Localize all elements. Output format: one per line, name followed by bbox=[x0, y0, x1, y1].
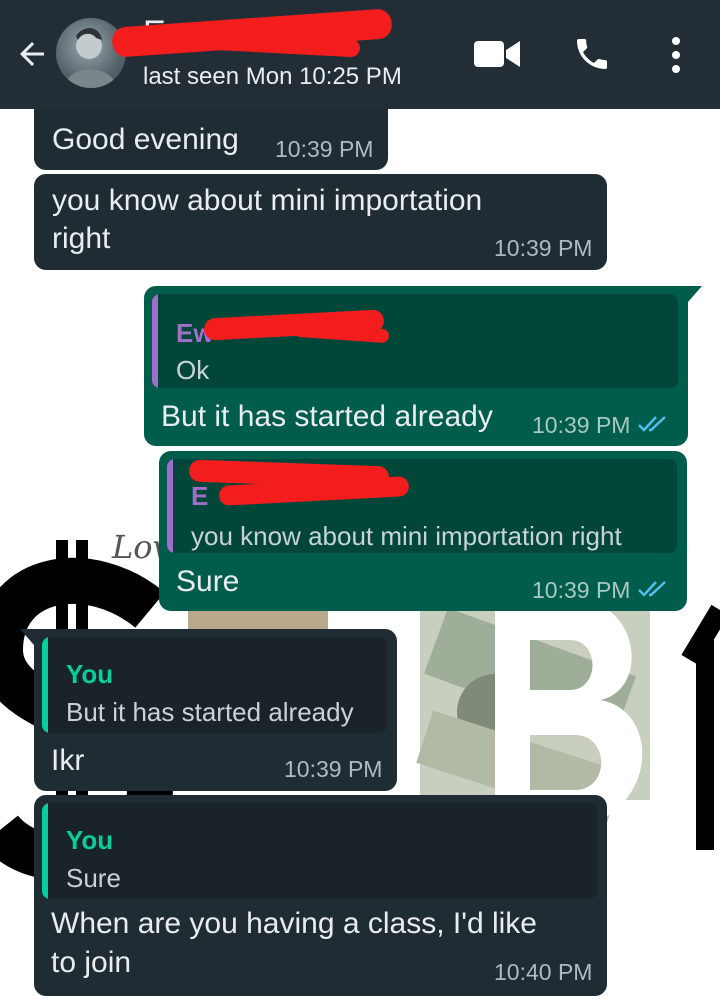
message-text-line1: you know about mini importation bbox=[52, 184, 483, 217]
last-seen-status: last seen Mon 10:25 PM bbox=[143, 63, 402, 90]
message-text-line2: to join bbox=[51, 946, 132, 979]
quote-author: You bbox=[66, 825, 114, 855]
bubble-tail bbox=[20, 629, 34, 645]
outgoing-message[interactable]: E you know about mini importation right … bbox=[159, 451, 687, 611]
incoming-message[interactable]: Good evening 10:39 PM bbox=[34, 100, 388, 170]
quote-accent-bar bbox=[167, 459, 173, 553]
quote-text: Sure bbox=[66, 863, 121, 893]
quote-author: You bbox=[66, 659, 114, 689]
quoted-message[interactable]: You Sure bbox=[42, 803, 597, 899]
outgoing-message[interactable]: Ew Ok But it has started already 10:39 P… bbox=[144, 286, 688, 446]
phone-icon[interactable] bbox=[572, 34, 612, 74]
message-text-line2: right bbox=[52, 222, 111, 255]
message-time: 10:39 PM bbox=[532, 412, 631, 438]
quote-accent-bar bbox=[42, 637, 48, 733]
read-receipt-icon bbox=[638, 581, 666, 597]
incoming-message[interactable]: you know about mini importation right 10… bbox=[34, 174, 607, 270]
read-receipt-icon bbox=[638, 416, 666, 432]
message-text: Sure bbox=[176, 565, 240, 598]
chat-header: E last seen Mon 10:25 PM bbox=[0, 0, 720, 109]
quote-text: you know about mini importation right bbox=[191, 521, 622, 551]
quote-author: E bbox=[191, 481, 209, 511]
message-text-line1: When are you having a class, I'd like bbox=[51, 907, 537, 940]
avatar-photo bbox=[64, 28, 118, 88]
quote-text: But it has started already bbox=[66, 697, 354, 727]
message-text: Ikr bbox=[51, 744, 85, 777]
message-text: But it has started already bbox=[161, 400, 493, 433]
quoted-message[interactable]: Ew Ok bbox=[152, 294, 678, 388]
message-time: 10:39 PM bbox=[494, 235, 593, 261]
incoming-message[interactable]: You But it has started already Ikr 10:39… bbox=[34, 629, 397, 791]
more-vert-icon[interactable] bbox=[668, 36, 684, 74]
incoming-message[interactable]: You Sure When are you having a class, I'… bbox=[34, 795, 607, 996]
avatar[interactable] bbox=[56, 18, 126, 88]
message-time: 10:39 PM bbox=[284, 756, 383, 782]
quoted-message[interactable]: You But it has started already bbox=[42, 637, 387, 733]
videocam-icon[interactable] bbox=[474, 38, 520, 70]
quote-accent-bar bbox=[42, 803, 48, 899]
message-time: 10:39 PM bbox=[532, 577, 631, 603]
quote-accent-bar bbox=[152, 294, 158, 388]
message-time: 10:39 PM bbox=[275, 136, 374, 162]
quote-text: Ok bbox=[176, 355, 210, 385]
bubble-tail bbox=[688, 286, 702, 302]
message-time: 10:40 PM bbox=[494, 959, 593, 985]
arrow-left-icon[interactable] bbox=[14, 36, 50, 72]
message-text: Good evening bbox=[52, 123, 239, 156]
